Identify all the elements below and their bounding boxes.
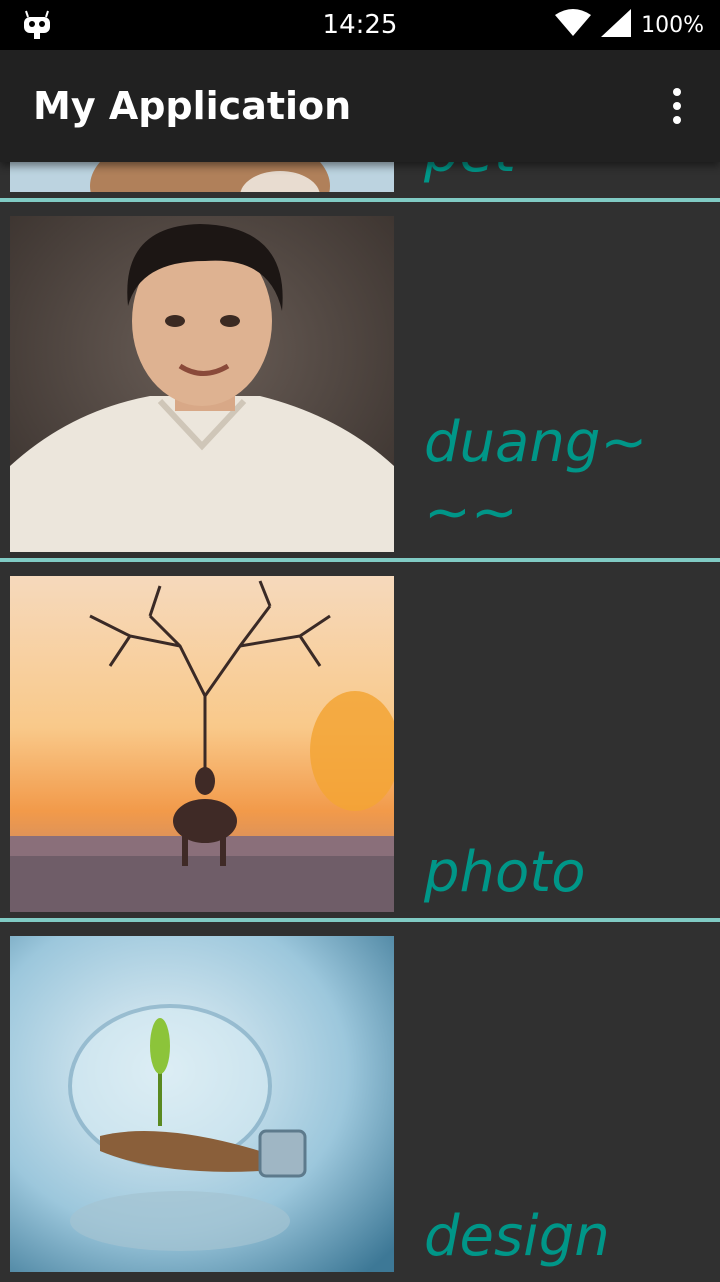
item-image (10, 576, 394, 912)
signal-icon (601, 8, 632, 42)
app-title: My Application (33, 84, 352, 128)
item-label: photo (424, 840, 586, 905)
app-bar: My Application (0, 50, 720, 162)
item-image (10, 936, 394, 1272)
item-label: duang~~~ (424, 410, 648, 545)
more-vert-icon[interactable] (662, 88, 692, 124)
item-image (10, 216, 394, 552)
list-item[interactable]: duang~~~ (0, 202, 720, 562)
deer-tree-photo (10, 576, 394, 912)
list-item[interactable]: photo (0, 562, 720, 922)
portrait-photo (10, 216, 394, 552)
battery-level: 100% (641, 12, 704, 38)
wifi-icon (555, 8, 592, 42)
lightbulb-plant-photo (10, 936, 394, 1272)
list-item[interactable]: design (0, 922, 720, 1282)
item-label: design (424, 1204, 610, 1269)
status-bar: 14:25 100% (0, 0, 720, 50)
item-list: pet duang~~~ (0, 0, 720, 1282)
